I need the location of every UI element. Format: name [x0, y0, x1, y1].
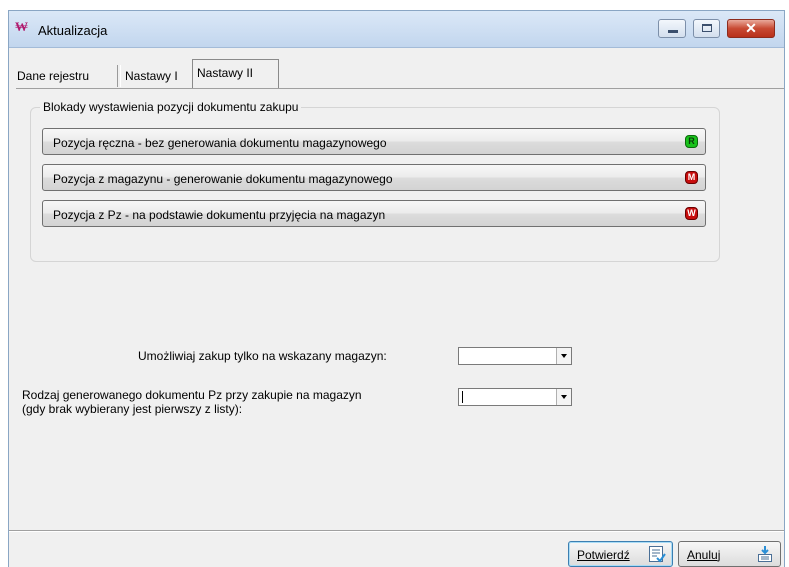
tab-panel-border — [16, 88, 784, 89]
doc-type-label-line2: (gdy brak wybierany jest pierwszy z list… — [22, 402, 243, 416]
minimize-button[interactable] — [658, 19, 686, 38]
doc-type-select[interactable] — [458, 388, 572, 406]
confirm-label: Potwierdź — [577, 548, 630, 562]
app-icon: ₩ — [15, 20, 28, 35]
minimize-icon — [668, 30, 678, 33]
dialog-window: ₩ Aktualizacja ✕ Dane rejestru Nastawy I… — [8, 10, 785, 567]
text-caret — [462, 391, 463, 403]
warehouse-label: Umożliwiaj zakup tylko na wskazany magaz… — [138, 349, 387, 363]
confirm-button[interactable]: Potwierdź — [568, 541, 673, 567]
confirm-document-icon — [649, 546, 666, 563]
warehouse-select[interactable] — [458, 347, 572, 365]
pz-position-label: Pozycja z Pz - na podstawie dokumentu pr… — [53, 208, 386, 222]
cancel-button[interactable]: Anuluj — [678, 541, 781, 567]
cancel-label: Anuluj — [687, 548, 721, 562]
footer-divider-highlight — [9, 531, 784, 532]
doc-type-label-line1: Rodzaj generowanego dokumentu Pz przy za… — [22, 388, 362, 402]
warehouse-position-label: Pozycja z magazynu - generowanie dokumen… — [53, 172, 393, 186]
status-r-icon: R — [685, 135, 698, 148]
tab-separator — [117, 65, 121, 87]
warehouse-position-button[interactable]: Pozycja z magazynu - generowanie dokumen… — [42, 164, 706, 191]
cancel-download-icon — [758, 546, 772, 562]
status-w-icon: W — [685, 207, 698, 220]
manual-position-button[interactable]: Pozycja ręczna - bez generowania dokumen… — [42, 128, 706, 155]
maximize-icon — [702, 24, 712, 32]
tab-nastawy-2[interactable]: Nastawy II — [192, 59, 279, 89]
close-icon: ✕ — [745, 20, 757, 36]
pz-position-button[interactable]: Pozycja z Pz - na podstawie dokumentu pr… — [42, 200, 706, 227]
tab-nastawy-1[interactable]: Nastawy I — [122, 65, 181, 87]
manual-position-label: Pozycja ręczna - bez generowania dokumen… — [53, 136, 387, 150]
title-bar[interactable]: ₩ Aktualizacja ✕ — [9, 11, 784, 48]
maximize-button[interactable] — [693, 19, 720, 38]
chevron-down-icon[interactable] — [556, 348, 571, 364]
blockade-group-title: Blokady wystawienia pozycji dokumentu za… — [40, 100, 302, 114]
window-title: Aktualizacja — [38, 23, 108, 38]
chevron-down-icon[interactable] — [556, 389, 571, 405]
tab-dane-rejestru[interactable]: Dane rejestru — [14, 65, 92, 87]
close-button[interactable]: ✕ — [727, 19, 775, 38]
status-m-icon: M — [685, 171, 698, 184]
